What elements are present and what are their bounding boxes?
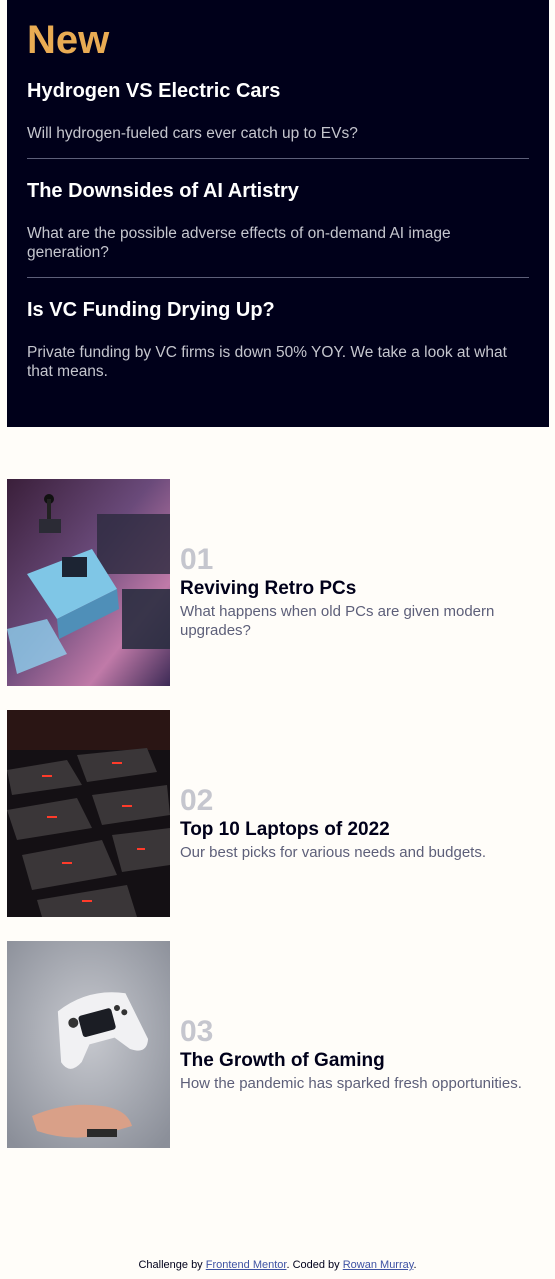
- article-card: 01 Reviving Retro PCs What happens when …: [7, 479, 537, 686]
- article-desc: How the pandemic has sparked fresh oppor…: [180, 1074, 522, 1092]
- new-item-vc-funding[interactable]: Is VC Funding Drying Up? Private funding…: [27, 291, 529, 381]
- article-title[interactable]: Top 10 Laptops of 2022: [180, 818, 486, 842]
- new-item-title[interactable]: Hydrogen VS Electric Cars: [27, 78, 529, 104]
- laptop-keyboard-thumbnail: [7, 710, 170, 917]
- article-text: 03 The Growth of Gaming How the pandemic…: [170, 997, 522, 1093]
- article-number: 02: [180, 783, 214, 817]
- new-item-hydrogen[interactable]: Hydrogen VS Electric Cars Will hydrogen-…: [27, 72, 529, 143]
- frontend-mentor-link[interactable]: Frontend Mentor: [206, 1259, 287, 1271]
- divider: [27, 158, 529, 159]
- attribution-prefix: Challenge by: [138, 1259, 206, 1271]
- divider: [27, 277, 529, 278]
- attribution: Challenge by Frontend Mentor. Coded by R…: [0, 1259, 555, 1271]
- article-card: 02 Top 10 Laptops of 2022 Our best picks…: [7, 710, 537, 917]
- article-desc: Our best picks for various needs and bud…: [180, 843, 487, 861]
- new-articles-panel: New Hydrogen VS Electric Cars Will hydro…: [7, 0, 549, 427]
- new-item-title[interactable]: Is VC Funding Drying Up?: [27, 297, 529, 323]
- new-item-desc: What are the possible adverse effects of…: [27, 225, 451, 261]
- numbered-articles: 01 Reviving Retro PCs What happens when …: [7, 479, 537, 1172]
- article-title[interactable]: The Growth of Gaming: [180, 1049, 522, 1073]
- new-item-ai-artistry[interactable]: The Downsides of AI Artistry What are th…: [27, 172, 529, 262]
- author-link[interactable]: Rowan Murray: [343, 1259, 414, 1271]
- article-text: 02 Top 10 Laptops of 2022 Our best picks…: [170, 766, 486, 862]
- attribution-middle: . Coded by: [286, 1259, 343, 1271]
- new-item-desc: Private funding by VC firms is down 50% …: [27, 344, 507, 380]
- article-text: 01 Reviving Retro PCs What happens when …: [170, 525, 525, 640]
- article-card: 03 The Growth of Gaming How the pandemic…: [7, 941, 537, 1148]
- article-number: 03: [180, 1014, 214, 1048]
- retro-pc-thumbnail: [7, 479, 170, 686]
- new-item-title[interactable]: The Downsides of AI Artistry: [27, 178, 529, 204]
- article-title[interactable]: Reviving Retro PCs: [180, 577, 525, 601]
- article-desc: What happens when old PCs are given mode…: [180, 603, 495, 639]
- new-heading: New: [27, 18, 110, 62]
- new-item-desc: Will hydrogen-fueled cars ever catch up …: [27, 125, 358, 142]
- gaming-controller-thumbnail: [7, 941, 170, 1148]
- article-number: 01: [180, 543, 214, 576]
- attribution-suffix: .: [413, 1259, 417, 1271]
- new-articles-list: Hydrogen VS Electric Cars Will hydrogen-…: [27, 72, 529, 381]
